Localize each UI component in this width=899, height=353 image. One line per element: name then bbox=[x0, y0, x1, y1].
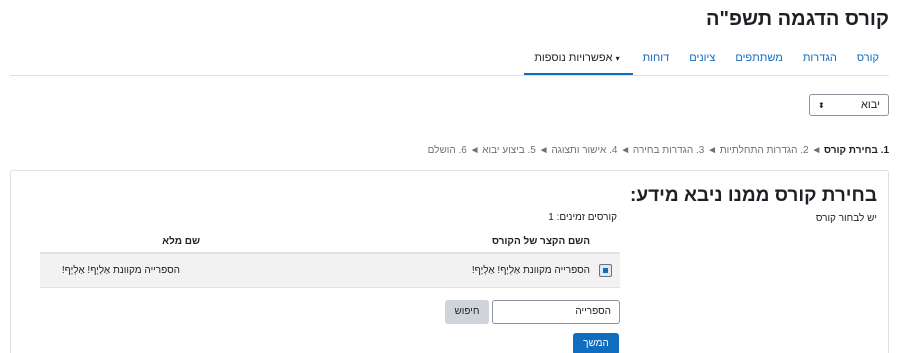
nav-tab-grades[interactable]: ציונים bbox=[679, 52, 725, 76]
column-header-shortname: השם הקצר של הקורס bbox=[491, 236, 590, 247]
nav-tab-label: אפשרויות נוספות bbox=[534, 52, 613, 64]
table-header: השם הקצר של הקורס שם מלא bbox=[40, 228, 620, 254]
nav-tab-settings[interactable]: הגדרות bbox=[793, 52, 847, 76]
nav-divider bbox=[10, 75, 889, 76]
column-header-fullname: שם מלא bbox=[162, 236, 200, 247]
available-courses-count: קורסים זמינים: 1 bbox=[548, 212, 617, 223]
nav-tab-more-options[interactable]: אפשרויות נוספות ▾ bbox=[524, 52, 633, 76]
select-arrows-icon: ⬍ bbox=[818, 100, 825, 110]
course-radio-button[interactable] bbox=[599, 264, 612, 277]
nav-tab-label: קורס bbox=[856, 52, 879, 64]
nav-tab-label: ציונים bbox=[689, 52, 716, 64]
import-progress-steps: 1. בחירת קורס ◄ 2. הגדרות התחלתיות ◄ 3. … bbox=[428, 145, 889, 156]
courses-table: השם הקצר של הקורס שם מלא הספרייה מקוונת … bbox=[40, 228, 620, 288]
nav-tab-label: משתתפים bbox=[735, 52, 783, 64]
table-row[interactable]: הספרייה מקוונת אַלְיָף! אַלְיָף! הספרייה… bbox=[40, 254, 620, 288]
import-select-value: יבוא bbox=[861, 99, 880, 111]
secondary-navigation: קורס הגדרות משתתפים ציונים דוחות אפשרויו… bbox=[524, 52, 889, 76]
nav-tab-label: הגדרות bbox=[802, 52, 837, 64]
section-note: יש לבחור קורס bbox=[815, 213, 877, 224]
current-step: 1. בחירת קורס bbox=[824, 145, 889, 156]
nav-tab-reports[interactable]: דוחות bbox=[633, 52, 680, 76]
nav-tab-label: דוחות bbox=[642, 52, 670, 64]
cell-shortname: הספרייה מקוונת אַלְיָף! אַלְיָף! bbox=[471, 265, 590, 276]
chevron-down-icon: ▾ bbox=[615, 54, 620, 63]
remaining-steps: ◄ 2. הגדרות התחלתיות ◄ 3. הגדרות בחירה ◄… bbox=[427, 145, 822, 156]
cell-fullname: הספרייה מקוונת אַלְיָף! אַלְיָף! bbox=[61, 265, 180, 276]
nav-tab-participants[interactable]: משתתפים bbox=[725, 52, 793, 76]
import-action-select[interactable]: יבוא ⬍ bbox=[809, 94, 889, 116]
search-button[interactable]: חיפוש bbox=[445, 300, 489, 324]
nav-tab-course[interactable]: קורס bbox=[847, 52, 889, 76]
course-title: קורס הדגמה תשפ"ה bbox=[706, 8, 889, 30]
course-search-input[interactable]: הספרייה bbox=[492, 300, 620, 324]
continue-button[interactable]: המשך bbox=[573, 333, 619, 353]
section-title: בחירת קורס ממנו ניבא מידע: bbox=[630, 185, 877, 206]
